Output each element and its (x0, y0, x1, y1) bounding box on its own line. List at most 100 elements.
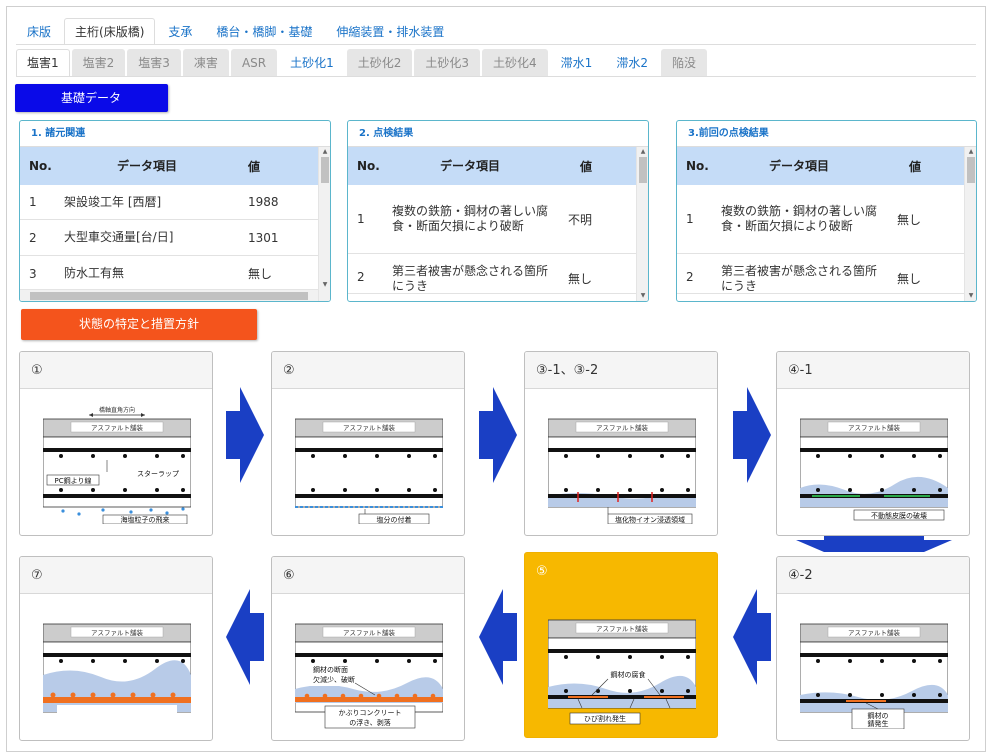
tab-shishou[interactable]: 支承 (157, 18, 203, 45)
row-no: 1 (357, 212, 365, 226)
arrow-icon (479, 387, 517, 483)
stage-diagram: アスファルト舗装 鋼材の断面 欠減少、破断 かぶりコンクリート の浮き、剥落 (295, 623, 443, 729)
arrow-icon (733, 387, 771, 483)
row-value: 無し (568, 272, 593, 286)
header-value: 値 (580, 159, 593, 174)
tab-doshaka2[interactable]: 土砂化2 (346, 49, 413, 76)
panel-title: 3.前回の点検結果 (677, 121, 976, 147)
tab-asr[interactable]: ASR (230, 49, 278, 76)
svg-text:塩分の付着: 塩分の付着 (377, 515, 412, 524)
previous-inspection-table: No. データ項目 値 1 複数の鉄筋・鋼材の著しい腐食・断面欠損により破断 無… (677, 147, 964, 301)
stage-title: ④-1 (777, 352, 969, 389)
svg-text:鋼材の: 鋼材の (868, 711, 889, 720)
vertical-scrollbar[interactable]: ▲ ▼ (636, 147, 648, 301)
stage-card-2[interactable]: ② アスファルト舗装 塩分の付着 (271, 351, 465, 536)
row-no: 1 (29, 195, 37, 209)
header-value: 値 (909, 159, 922, 174)
svg-text:塩化物イオン浸透領域: 塩化物イオン浸透領域 (615, 515, 685, 524)
stage-title: ⑥ (272, 557, 464, 594)
stage-card-7[interactable]: ⑦ アスファルト舗装 (19, 556, 213, 741)
tab-taisui1[interactable]: 滞水1 (550, 49, 604, 76)
scroll-up-icon[interactable]: ▲ (637, 148, 648, 156)
stage-card-1[interactable]: ① 橋軸直角方向 アスファルト舗装 スターラップ PC鋼より線 海塩粒子の飛来 (19, 351, 213, 536)
svg-text:アスファルト舗装: アスファルト舗装 (596, 423, 649, 432)
condition-measures-button[interactable]: 状態の特定と措置方針 (21, 309, 257, 340)
tab-kyoudai[interactable]: 橋台・橋脚・基礎 (205, 18, 323, 45)
svg-text:アスファルト舗装: アスファルト舗装 (91, 628, 144, 637)
tab-shinshuku[interactable]: 伸縮装置・排水装置 (325, 18, 455, 45)
inspection-table: No. データ項目 値 1 複数の鉄筋・鋼材の著しい腐食・断面欠損により破断 不… (348, 147, 636, 301)
stage-diagram: アスファルト舗装 鋼材の腐食 ひび割れ発生 (548, 619, 696, 725)
scroll-thumb[interactable] (321, 157, 329, 183)
scroll-thumb[interactable] (639, 157, 647, 183)
stage-title: ⑦ (20, 557, 212, 594)
svg-text:錆発生: 錆発生 (868, 719, 889, 728)
row-no: 2 (686, 270, 694, 284)
tab-shoban[interactable]: 床版 (16, 18, 62, 45)
scroll-thumb[interactable] (967, 157, 975, 183)
scroll-down-icon[interactable]: ▼ (319, 281, 330, 289)
scroll-thumb[interactable] (30, 292, 308, 300)
main-tab-divider (16, 44, 976, 45)
tab-shugeta[interactable]: 主桁(床版橋) (64, 18, 156, 45)
row-no: 2 (29, 230, 37, 245)
stage-title: ④-2 (777, 557, 969, 594)
table-header: No. データ項目 値 (20, 147, 318, 185)
tab-tougai[interactable]: 凍害 (182, 49, 229, 76)
svg-text:不動態皮膜の破壊: 不動態皮膜の破壊 (871, 511, 927, 520)
stage-title: ① (20, 352, 212, 389)
svg-text:海塩粒子の飛来: 海塩粒子の飛来 (121, 515, 170, 524)
header-no: No. (29, 159, 52, 173)
basic-data-button[interactable]: 基礎データ (15, 84, 168, 112)
vertical-scrollbar[interactable]: ▲ ▼ (318, 147, 330, 301)
row-no: 2 (357, 270, 365, 284)
stage-diagram: アスファルト舗装 不動態皮膜の破壊 (800, 418, 948, 521)
tab-engai1[interactable]: 塩害1 (16, 49, 70, 76)
scroll-down-icon[interactable]: ▼ (637, 292, 648, 300)
svg-text:の浮き、剥落: の浮き、剥落 (349, 718, 391, 727)
tab-doshaka1[interactable]: 土砂化1 (279, 49, 345, 76)
svg-text:アスファルト舗装: アスファルト舗装 (848, 628, 901, 637)
row-value: 1301 (248, 230, 279, 245)
table-row: 1 複数の鉄筋・鋼材の著しい腐食・断面欠損により破断 不明 (348, 185, 636, 254)
stage-card-6[interactable]: ⑥ アスファルト舗装 鋼材の断面 欠減少、破断 かぶりコンクリート の浮き、剥落 (271, 556, 465, 741)
row-value: 無し (897, 272, 922, 286)
tab-engai2[interactable]: 塩害2 (71, 49, 126, 76)
tab-doshaka3[interactable]: 土砂化3 (414, 49, 481, 76)
stage-title: ② (272, 352, 464, 389)
header-item: データ項目 (768, 158, 829, 173)
table-row: 2 大型車交通量[台/日] 1301 (20, 220, 318, 256)
spec-panel: 1. 諸元関連 No. データ項目 値 1 架設竣工年 [西暦] 1988 2 … (19, 120, 331, 302)
svg-text:PC鋼より線: PC鋼より線 (55, 476, 92, 485)
stage-diagram: アスファルト舗装 鋼材の 錆発生 (800, 623, 948, 729)
svg-text:ひび割れ発生: ひび割れ発生 (584, 714, 626, 723)
row-item: 複数の鉄筋・鋼材の著しい腐食・断面欠損により破断 (392, 204, 549, 233)
row-value: 1988 (248, 195, 279, 209)
inspection-panel: 2. 点検結果 No. データ項目 値 1 複数の鉄筋・鋼材の著しい腐食・断面欠… (347, 120, 649, 302)
row-item: 第三者被害が懸念される箇所にうき (392, 264, 549, 293)
svg-text:アスファルト舗装: アスファルト舗装 (343, 423, 396, 432)
stage-card-5[interactable]: ⑤ アスファルト舗装 鋼材の腐食 ひび割れ発生 (524, 552, 718, 738)
scroll-down-icon[interactable]: ▼ (965, 292, 976, 300)
tab-engai3[interactable]: 塩害3 (127, 49, 181, 76)
svg-text:アスファルト舗装: アスファルト舗装 (343, 628, 396, 637)
arrow-icon (796, 536, 952, 552)
header-item: データ項目 (116, 158, 177, 173)
stage-card-4-1[interactable]: ④-1 アスファルト舗装 不動態皮膜の破壊 (776, 351, 970, 536)
svg-text:欠減少、破断: 欠減少、破断 (313, 675, 355, 684)
vertical-scrollbar[interactable]: ▲ ▼ (964, 147, 976, 301)
stage-card-4-2[interactable]: ④-2 アスファルト舗装 鋼材の 錆発生 (776, 556, 970, 741)
horizontal-scrollbar[interactable] (20, 289, 318, 301)
tab-taisui2[interactable]: 滞水2 (605, 49, 659, 76)
header-no: No. (686, 159, 709, 173)
stage-card-3[interactable]: ③-1、③-2 アスファルト舗装 塩化物イオン浸透領域 (524, 351, 718, 536)
scroll-up-icon[interactable]: ▲ (319, 148, 330, 156)
stage-diagram: 橋軸直角方向 アスファルト舗装 スターラップ PC鋼より線 海塩粒子の飛来 (43, 406, 191, 524)
scroll-up-icon[interactable]: ▲ (965, 148, 976, 156)
header-no: No. (357, 159, 380, 173)
arrow-icon (226, 589, 264, 685)
tab-doshaka4[interactable]: 土砂化4 (482, 49, 548, 76)
stage-diagram: アスファルト舗装 (43, 623, 191, 715)
tab-kanbotsu[interactable]: 陥没 (660, 49, 707, 76)
main-tab-bar: 床版 主桁(床版橋) 支承 橋台・橋脚・基礎 伸縮装置・排水装置 (16, 18, 457, 45)
